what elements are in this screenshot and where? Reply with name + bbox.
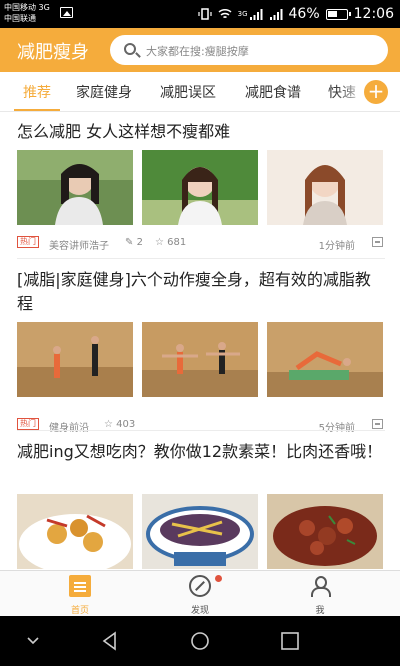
article-title[interactable]: 减肥ing又想吃肉？教你做12款素菜！比肉还香哦！ (17, 440, 385, 464)
home-button-icon[interactable] (190, 631, 210, 651)
article-title[interactable]: 怎么减肥 女人这样想不瘦都难 (17, 120, 385, 144)
system-nav-bar (0, 616, 400, 666)
search-placeholder: 大家都在搜:瘦腿按摩 (146, 45, 249, 58)
recent-apps-icon[interactable] (280, 631, 300, 651)
app-title: 减肥瘦身 (17, 42, 89, 63)
status-bar: 中国移动 3G 中国联通 3G 46% 12:06 (0, 0, 400, 28)
article-source[interactable]: 美容讲师浩子 (49, 237, 109, 252)
divider (17, 430, 385, 431)
network-type: 3G (237, 10, 248, 18)
nav-home-label: 首页 (70, 606, 89, 616)
nav-discover-label: 发现 (190, 606, 209, 616)
nav-me-label: 我 (315, 606, 325, 616)
carrier-2: 中国联通 (4, 14, 36, 23)
article-card[interactable]: [减脂|家庭健身]六个动作瘦全身，超有效的减脂教程 热门 健身前沿 ☆ 403 … (0, 260, 400, 434)
tab-diet-recipes[interactable]: 减肥食谱 (245, 82, 301, 102)
nav-home[interactable]: 首页 (50, 575, 110, 616)
category-tabs: 推荐 家庭健身 减肥误区 减肥食谱 快速 + (0, 72, 400, 112)
search-input[interactable]: 大家都在搜:瘦腿按摩 (110, 35, 388, 65)
notification-dot (215, 575, 222, 582)
article-thumbnail[interactable] (17, 322, 133, 397)
app-bar: 减肥瘦身 大家都在搜:瘦腿按摩 (0, 28, 400, 72)
user-icon (309, 575, 331, 597)
article-time: 5分钟前 (318, 423, 355, 434)
status-icons: 3G 46% 12:06 (198, 0, 394, 28)
star-icon: ☆ (104, 419, 113, 430)
article-thumbnail[interactable] (267, 322, 383, 397)
comment-count: ✎ 2 (125, 237, 143, 248)
article-title[interactable]: [减脂|家庭健身]六个动作瘦全身，超有效的减脂教程 (17, 268, 385, 316)
article-time: 1分钟前 (318, 241, 355, 252)
comment-count-value: 2 (136, 237, 143, 248)
article-meta: 热门 美容讲师浩子 ✎ 2 ☆ 681 1分钟前 (17, 236, 385, 252)
battery-icon (325, 8, 351, 20)
star-count: ☆ 681 (155, 237, 186, 248)
star-count-value: 403 (116, 419, 136, 430)
chevron-down-icon[interactable] (26, 636, 40, 646)
carrier-info: 中国移动 3G 中国联通 (4, 2, 50, 24)
search-icon (124, 43, 136, 55)
carrier-1: 中国移动 3G (4, 3, 50, 12)
article-card[interactable]: 怎么减肥 女人这样想不瘦都难 热门 美容讲师浩子 ✎ 2 ☆ 681 1分钟前 (0, 112, 400, 262)
bottom-nav: 首页 发现 我 (0, 570, 400, 616)
article-thumbnail[interactable] (142, 494, 258, 569)
home-icon (69, 575, 91, 597)
back-icon[interactable] (100, 631, 120, 651)
article-thumbnail[interactable] (17, 494, 133, 569)
article-thumbnail[interactable] (267, 150, 383, 225)
article-source[interactable]: 健身前沿 (49, 419, 89, 434)
battery-percent: 46% (288, 6, 320, 22)
comment-icon: ✎ (125, 237, 134, 248)
vibrate-icon (198, 8, 212, 20)
hot-tag: 热门 (17, 418, 39, 430)
signal-icon-2 (269, 9, 283, 20)
article-thumbnail[interactable] (267, 494, 383, 569)
tab-diet-myths[interactable]: 减肥误区 (160, 82, 216, 102)
divider (17, 258, 385, 259)
signal-icon-1 (249, 9, 263, 20)
clock: 12:06 (353, 6, 394, 22)
article-card[interactable]: 减肥ing又想吃肉？教你做12款素菜！比肉还香哦！ (0, 434, 400, 570)
star-icon: ☆ (155, 237, 164, 248)
star-count: ☆ 403 (104, 419, 135, 430)
add-tab-button[interactable]: + (364, 80, 388, 104)
tab-home-fitness[interactable]: 家庭健身 (76, 82, 132, 102)
image-notification-icon (60, 7, 73, 18)
article-feed: 怎么减肥 女人这样想不瘦都难 热门 美容讲师浩子 ✎ 2 ☆ 681 1分钟前 (0, 112, 400, 570)
nav-discover[interactable]: 发现 (170, 575, 230, 616)
article-thumbnail[interactable] (17, 150, 133, 225)
star-count-value: 681 (167, 237, 187, 248)
tab-recommend[interactable]: 推荐 (23, 82, 51, 102)
article-thumbnail[interactable] (142, 150, 258, 225)
wifi-icon (218, 8, 232, 19)
article-thumbnail[interactable] (142, 322, 258, 397)
dismiss-article-icon[interactable] (372, 419, 383, 429)
hot-tag: 热门 (17, 236, 39, 248)
nav-me[interactable]: 我 (290, 575, 350, 616)
dismiss-article-icon[interactable] (372, 237, 383, 247)
compass-icon (189, 575, 211, 597)
